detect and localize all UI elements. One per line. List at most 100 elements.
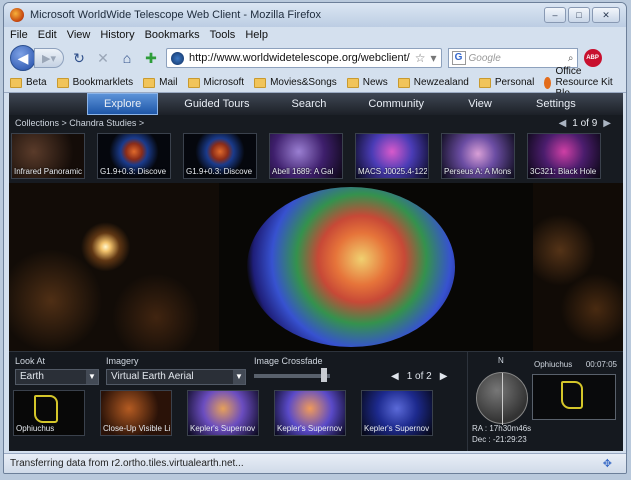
look-at-label: Look At <box>15 356 46 366</box>
collection-thumbnail[interactable]: MACS J0025.4-122 <box>355 133 429 179</box>
menu-history[interactable]: History <box>100 29 134 41</box>
context-pager: ◀ 1 of 2 ▶ <box>391 371 447 382</box>
menu-view[interactable]: View <box>67 29 91 41</box>
collection-thumbnail[interactable]: Infrared Panoramic <box>11 133 85 179</box>
clock-readout: 00:07:05 <box>585 360 617 369</box>
stop-icon[interactable]: ✕ <box>94 49 112 67</box>
prev-page-icon[interactable]: ◀ <box>559 118 567 129</box>
bookmark-folder[interactable]: Newzealand <box>397 77 473 88</box>
control-panel: Look At Earth ▼ Imagery Virtual Earth Ae… <box>9 351 623 451</box>
minimize-button[interactable]: – <box>544 7 566 23</box>
maximize-button[interactable]: □ <box>568 7 590 23</box>
folder-icon <box>143 77 156 88</box>
main-tabs: Explore Guided Tours Search Community Vi… <box>9 93 623 115</box>
bookmark-folder[interactable]: Movies&Songs <box>254 77 341 88</box>
dropdown-arrow-icon[interactable]: ▾ <box>431 51 437 65</box>
context-thumbnail[interactable]: Kepler's Supernov <box>187 390 259 436</box>
collection-thumbnail[interactable]: 3C321: Black Hole <box>527 133 601 179</box>
folder-icon <box>346 77 359 88</box>
context-thumbnail[interactable]: Close-Up Visible Li <box>100 390 172 436</box>
bookmark-label: Beta <box>26 77 47 88</box>
bookmark-folder[interactable]: News <box>346 77 392 88</box>
context-thumbnail[interactable]: Ophiuchus <box>13 390 85 436</box>
tab-guided-tours[interactable]: Guided Tours <box>168 93 265 115</box>
context-thumbnails: Ophiuchus Close-Up Visible Li Kepler's S… <box>13 390 433 436</box>
look-at-value: Earth <box>20 371 44 382</box>
reload-icon[interactable]: ↻ <box>70 49 88 67</box>
menu-bookmarks[interactable]: Bookmarks <box>145 29 200 41</box>
navigation-toolbar: ◀ ▶▾ ↻ ✕ ⌂ ✚ http://www.worldwidetelesco… <box>4 43 626 73</box>
thumbnail-label: Kepler's Supernov <box>190 424 256 433</box>
compass-globe-icon[interactable] <box>476 372 528 425</box>
menu-tools[interactable]: Tools <box>210 29 236 41</box>
back-button[interactable]: ◀ <box>10 45 36 71</box>
tab-community[interactable]: Community <box>352 93 440 115</box>
starfield-image <box>9 183 219 351</box>
browser-window: Microsoft WorldWide Telescope Web Client… <box>3 2 627 474</box>
constellation-name: Ophiuchus <box>534 360 573 369</box>
thumbnail-label: Kepler's Supernov <box>277 424 343 433</box>
bookmark-folder[interactable]: Beta <box>10 77 51 88</box>
page-indicator: 1 of 9 <box>572 117 598 129</box>
imagery-select[interactable]: Virtual Earth Aerial ▼ <box>106 369 246 385</box>
constellation-minimap[interactable] <box>532 374 616 420</box>
add-bookmark-icon[interactable]: ✚ <box>142 49 160 67</box>
collection-thumbnail[interactable]: G1.9+0.3: Discove <box>97 133 171 179</box>
bookmark-label: Microsoft <box>203 77 245 88</box>
imagery-label: Imagery <box>106 356 139 366</box>
look-at-select[interactable]: Earth ▼ <box>15 369 99 385</box>
bookmark-label: Bookmarklets <box>72 77 134 88</box>
breadcrumb-text[interactable]: Collections > Chandra Studies > <box>15 118 144 128</box>
collection-pager: ◀ 1 of 9 ▶ <box>559 118 611 129</box>
bookmark-folder[interactable]: Bookmarklets <box>56 77 138 88</box>
context-thumbnail[interactable]: Kepler's Supernov <box>361 390 433 436</box>
forward-arrow-icon: ▶▾ <box>42 52 56 65</box>
bookmark-label: News <box>362 77 388 88</box>
tab-settings[interactable]: Settings <box>520 93 592 115</box>
bookmark-star-icon[interactable]: ☆ <box>415 51 426 65</box>
thumbnail-label: Ophiuchus <box>16 424 55 433</box>
bookmark-label: Personal <box>494 77 535 88</box>
collection-thumbnail[interactable]: Perseus A: A Mons <box>441 133 515 179</box>
thumbnail-label: G1.9+0.3: Discove <box>100 167 167 176</box>
starfield-image <box>533 183 623 351</box>
thumbnail-label: G1.9+0.3: Discove <box>186 167 253 176</box>
adblock-icon[interactable]: ABP <box>583 49 602 67</box>
forward-button[interactable]: ▶▾ <box>34 48 64 68</box>
tab-explore[interactable]: Explore <box>87 93 159 115</box>
google-engine-icon[interactable]: G <box>451 51 466 65</box>
title-bar: Microsoft WorldWide Telescope Web Client… <box>4 3 626 27</box>
folder-icon <box>10 77 22 88</box>
collection-thumbnail[interactable]: G1.9+0.3: Discove <box>183 133 257 179</box>
ra-readout: RA : 17h30m46s <box>472 424 532 433</box>
chevron-down-icon: ▼ <box>233 370 245 384</box>
loading-icon: ✥ <box>602 458 612 470</box>
address-bar[interactable]: http://www.worldwidetelescope.org/webcli… <box>166 48 442 68</box>
bookmark-folder[interactable]: Mail <box>143 77 181 88</box>
bookmarks-toolbar: Beta Bookmarklets Mail Microsoft Movies&… <box>4 66 626 99</box>
thumbnail-label: Close-Up Visible Li <box>103 424 170 433</box>
crossfade-slider[interactable] <box>254 368 330 382</box>
thumbnail-label: MACS J0025.4-122 <box>358 167 427 176</box>
bookmark-folder[interactable]: Microsoft <box>187 77 249 88</box>
menu-edit[interactable]: Edit <box>38 29 57 41</box>
home-icon[interactable]: ⌂ <box>118 49 136 67</box>
menu-file[interactable]: File <box>10 29 28 41</box>
prev-page-icon[interactable]: ◀ <box>391 371 399 382</box>
site-favicon-icon <box>171 51 184 65</box>
sky-viewport[interactable] <box>9 183 623 351</box>
view-controls: Look At Earth ▼ Imagery Virtual Earth Ae… <box>9 352 467 451</box>
menu-help[interactable]: Help <box>245 29 268 41</box>
search-box[interactable]: G Google ⌕ <box>447 48 578 68</box>
tab-search[interactable]: Search <box>276 93 343 115</box>
collection-thumbnail[interactable]: Abell 1689: A Gal <box>269 133 343 179</box>
next-page-icon[interactable]: ▶ <box>440 371 448 382</box>
close-button[interactable]: ✕ <box>592 7 620 23</box>
tab-view[interactable]: View <box>450 93 510 115</box>
search-magnifier-icon[interactable]: ⌕ <box>568 53 574 64</box>
supernova-remnant-image <box>247 187 455 347</box>
next-page-icon[interactable]: ▶ <box>603 118 611 129</box>
bookmark-folder[interactable]: Personal <box>478 77 538 88</box>
context-thumbnail[interactable]: Kepler's Supernov <box>274 390 346 436</box>
crossfade-slider-handle[interactable] <box>320 368 327 382</box>
